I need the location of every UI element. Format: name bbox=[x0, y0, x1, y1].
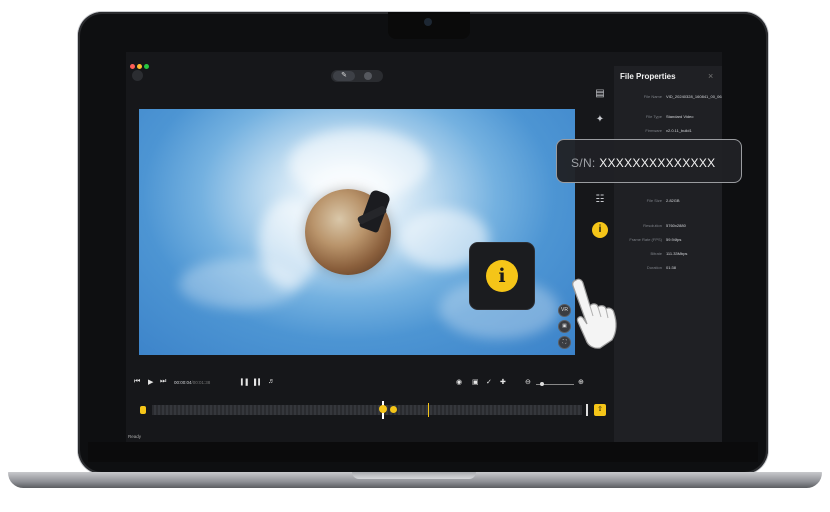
property-row: Frame Rate (FPS) 59.94fps bbox=[614, 237, 722, 247]
mark-out-icon[interactable]: ▌▍ bbox=[254, 379, 263, 386]
snapshot-icon[interactable]: ◉ bbox=[456, 378, 462, 386]
playback-controls: ⏮ ▶ ⏭ 00:00:04/00:01:38 ▍▌ ▌▍ ♬ ◉ ▣ ✓ ✚ … bbox=[126, 374, 614, 394]
info-icon-enlarged: i bbox=[486, 260, 518, 292]
serial-number: S/N: XXXXXXXXXXXXXX bbox=[571, 156, 715, 170]
info-icon[interactable]: i bbox=[592, 222, 608, 238]
speed-icon[interactable]: ✓ bbox=[486, 378, 492, 386]
property-label: Duration bbox=[646, 265, 662, 270]
hand-shape bbox=[572, 278, 617, 349]
timeline-start-marker[interactable] bbox=[140, 406, 146, 414]
timeline-keyframe-marker[interactable] bbox=[390, 406, 397, 413]
property-value: 5760x2880 bbox=[666, 223, 686, 228]
file-properties-panel: File Properties × File Name VID_20240328… bbox=[614, 66, 722, 442]
property-row: Bitrate 111.33Mbps bbox=[614, 251, 722, 261]
keyframe-icon[interactable]: ✚ bbox=[500, 378, 506, 386]
playhead-handle[interactable] bbox=[379, 405, 387, 413]
mark-in-icon[interactable]: ▍▌ bbox=[241, 379, 250, 386]
skip-forward-icon[interactable]: ⏭ bbox=[160, 378, 166, 386]
property-row: Firmware v2.0.11_build1 bbox=[614, 128, 722, 138]
property-value: 2.82GB bbox=[666, 198, 680, 203]
laptop-base-notch bbox=[352, 472, 476, 479]
top-toolbar: ✎ bbox=[126, 66, 596, 86]
panel-title: File Properties bbox=[620, 72, 676, 81]
timeline-track[interactable] bbox=[152, 405, 582, 415]
current-time: 00:00:04 bbox=[174, 380, 192, 385]
screen-bezel-bottom bbox=[88, 442, 758, 462]
property-row: File Name VID_20240328_160841_00_063.ins… bbox=[614, 94, 722, 104]
export-icon[interactable]: ⇧ bbox=[594, 404, 606, 416]
property-label: File Size bbox=[646, 198, 662, 203]
property-row: File Type Standard Video bbox=[614, 114, 722, 124]
effects-icon[interactable]: ✦ bbox=[594, 114, 606, 126]
timecode: 00:00:04/00:01:38 bbox=[174, 380, 210, 385]
webcam bbox=[424, 18, 432, 26]
app-window: ✎ VR ▣ ⛶ ▤ ✦ ☷ i File Properties × File … bbox=[126, 52, 722, 442]
close-icon[interactable]: × bbox=[708, 71, 713, 81]
property-value: v2.0.11_build1 bbox=[666, 128, 692, 133]
property-label: File Type bbox=[645, 114, 662, 119]
back-button[interactable] bbox=[132, 70, 143, 81]
status-text: Ready bbox=[128, 434, 142, 439]
adjust-icon[interactable]: ▤ bbox=[594, 88, 606, 100]
property-value: 59.94fps bbox=[666, 237, 682, 242]
property-label: Firmware bbox=[645, 128, 662, 133]
zoom-in-icon[interactable]: ⊕ bbox=[578, 378, 584, 386]
serial-number-callout: S/N: XXXXXXXXXXXXXX bbox=[556, 139, 742, 183]
timeline-end-marker[interactable] bbox=[586, 404, 588, 416]
property-value: VID_20240328_160841_00_063.insv bbox=[666, 94, 722, 99]
property-label: Resolution bbox=[643, 223, 662, 228]
property-value: Standard Video bbox=[666, 114, 694, 119]
serial-number-label: S/N: bbox=[571, 156, 596, 170]
timeline-clip-marker bbox=[428, 403, 429, 417]
property-row: File Size 2.82GB bbox=[614, 198, 722, 208]
property-row: Resolution 5760x2880 bbox=[614, 223, 722, 233]
skip-back-icon[interactable]: ⏮ bbox=[134, 378, 140, 386]
property-value: 01:38 bbox=[666, 265, 677, 270]
total-duration: /00:01:38 bbox=[191, 380, 211, 385]
play-icon[interactable]: ▶ bbox=[148, 378, 153, 386]
video-preview[interactable] bbox=[139, 109, 575, 355]
zoom-slider-handle[interactable] bbox=[540, 382, 544, 386]
volume-icon[interactable]: ♬ bbox=[268, 378, 275, 385]
property-label: Frame Rate (FPS) bbox=[629, 237, 662, 242]
serial-number-value: XXXXXXXXXXXXXX bbox=[599, 156, 716, 170]
property-value: 111.33Mbps bbox=[666, 251, 688, 256]
property-label: File Name bbox=[643, 94, 662, 99]
stabilize-icon[interactable]: ☷ bbox=[594, 194, 606, 206]
property-label: Bitrate bbox=[650, 251, 662, 256]
reframe-icon[interactable]: ▣ bbox=[472, 378, 479, 386]
pointing-hand-icon bbox=[572, 278, 617, 349]
timeline[interactable] bbox=[136, 401, 588, 419]
property-row: Duration 01:38 bbox=[614, 265, 722, 275]
edit-mode-icon[interactable]: ✎ bbox=[333, 71, 355, 81]
zoom-out-icon[interactable]: ⊖ bbox=[525, 378, 531, 386]
preview-mode-icon[interactable] bbox=[364, 72, 372, 80]
info-callout: i bbox=[470, 243, 534, 309]
